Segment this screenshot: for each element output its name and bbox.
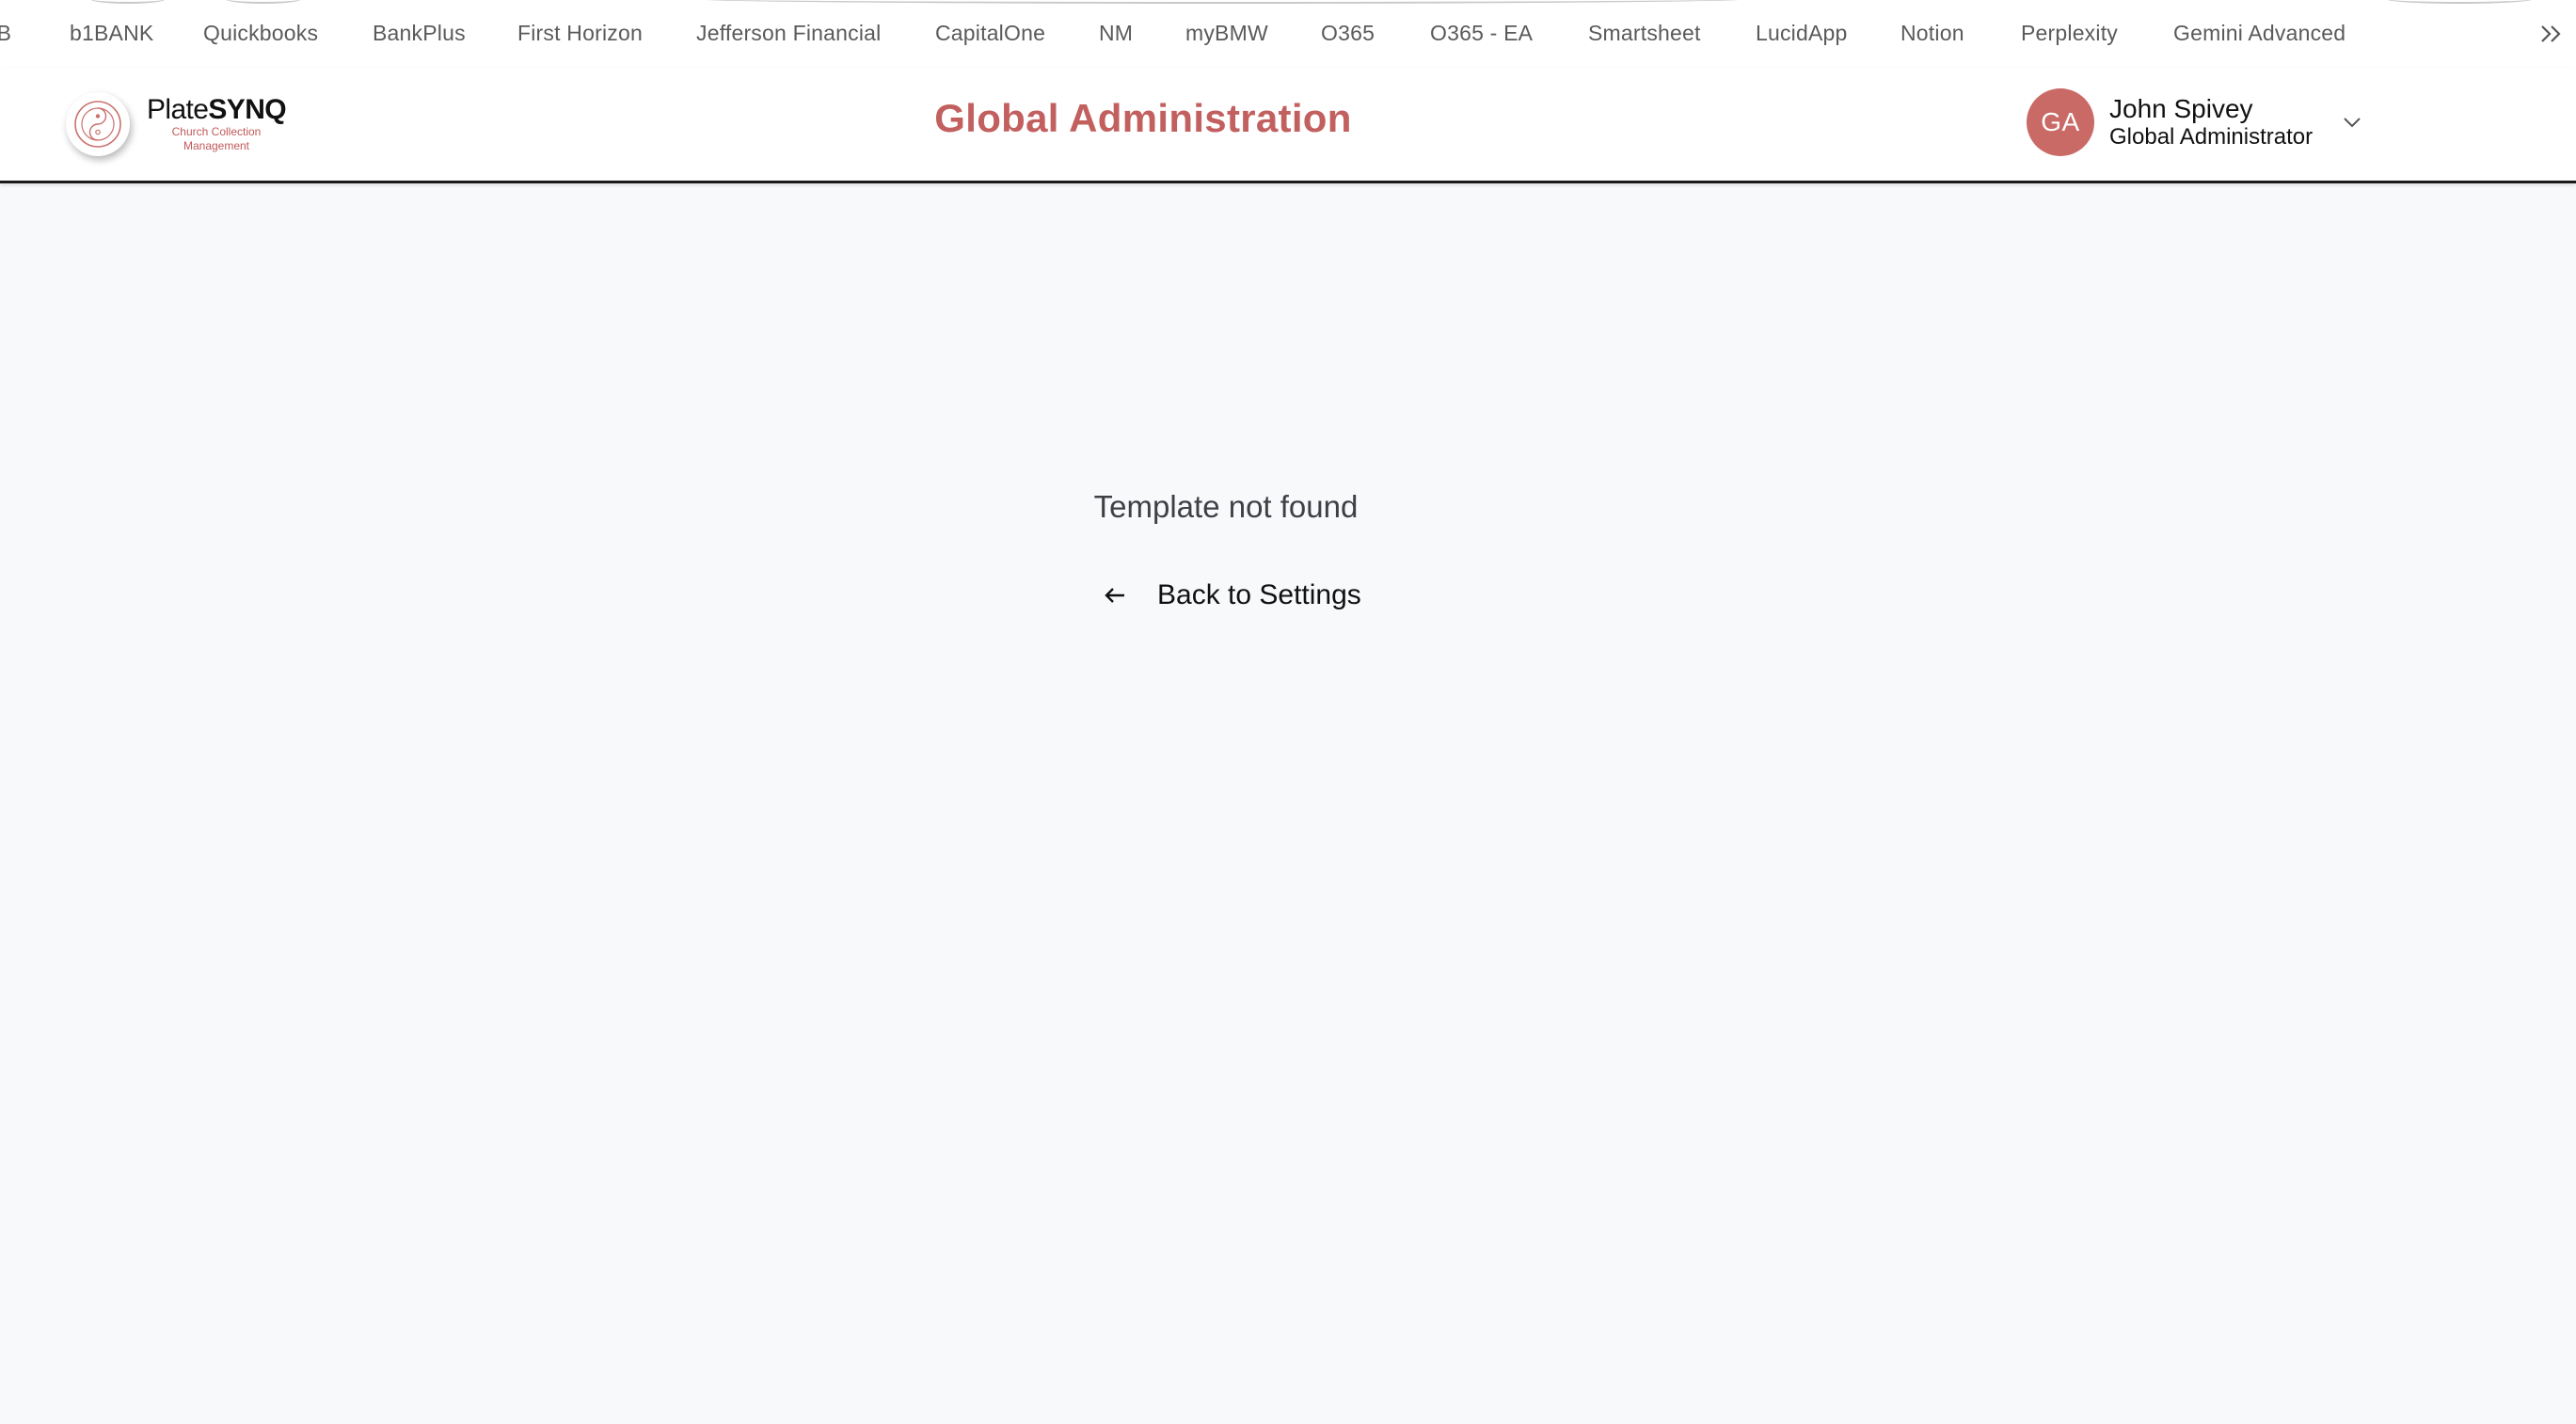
bookmark-item-first-horizon[interactable]: First Horizon — [517, 21, 643, 46]
bookmarks-bar: 'B b1BANK Quickbooks BankPlus First Hori… — [0, 0, 2576, 68]
bookmark-item-lucidapp[interactable]: LucidApp — [1756, 21, 1848, 46]
bookmark-item-o365[interactable]: O365 — [1321, 21, 1375, 46]
bookmark-item-b1bank[interactable]: b1BANK — [70, 21, 153, 46]
page-title: Global Administration — [934, 96, 1352, 140]
user-info: John Spivey Global Administrator — [2109, 94, 2313, 150]
user-role: Global Administrator — [2109, 124, 2314, 150]
error-message: Template not found — [1093, 489, 1359, 524]
bookmark-bar-edge — [696, 0, 1750, 4]
arrow-left-icon — [1101, 581, 1129, 609]
back-to-settings-label: Back to Settings — [1157, 579, 1361, 610]
bookmark-item-notion[interactable]: Notion — [1900, 21, 1964, 46]
user-name: John Spivey — [2109, 94, 2253, 123]
chevron-down-icon[interactable] — [2341, 111, 2363, 134]
bookmark-item-jefferson-financial[interactable]: Jefferson Financial — [696, 21, 881, 46]
bookmark-item-perplexity[interactable]: Perplexity — [2021, 21, 2118, 46]
double-chevron-right-icon[interactable] — [2536, 19, 2567, 49]
bookmark-item-quickbooks[interactable]: Quickbooks — [203, 21, 318, 46]
app-header: PlateSYNQ Church Collection Management G… — [0, 68, 2576, 183]
bookmark-item-smartsheet[interactable]: Smartsheet — [1588, 21, 1701, 46]
bookmark-item-mybmw[interactable]: myBMW — [1185, 21, 1268, 46]
bookmark-item-capitalone[interactable]: CapitalOne — [935, 21, 1045, 46]
bookmark-item-nm[interactable]: NM — [1099, 21, 1133, 46]
bookmark-item-o365-ea[interactable]: O365 - EA — [1430, 21, 1533, 46]
bookmark-bar-edge — [226, 0, 301, 4]
user-menu[interactable]: GA John Spivey Global Administrator — [2027, 87, 2363, 158]
main-content: Template not found Back to Settings — [0, 183, 2576, 1424]
bookmark-item-bankplus[interactable]: BankPlus — [373, 21, 466, 46]
back-to-settings-link[interactable]: Back to Settings — [1101, 575, 1361, 616]
bookmark-bar-edge — [2386, 0, 2533, 4]
avatar: GA — [2027, 88, 2094, 156]
bookmark-item[interactable]: 'B — [0, 21, 11, 46]
bookmark-item-gemini-advanced[interactable]: Gemini Advanced — [2173, 21, 2345, 46]
bookmark-bar-edge — [90, 0, 166, 4]
